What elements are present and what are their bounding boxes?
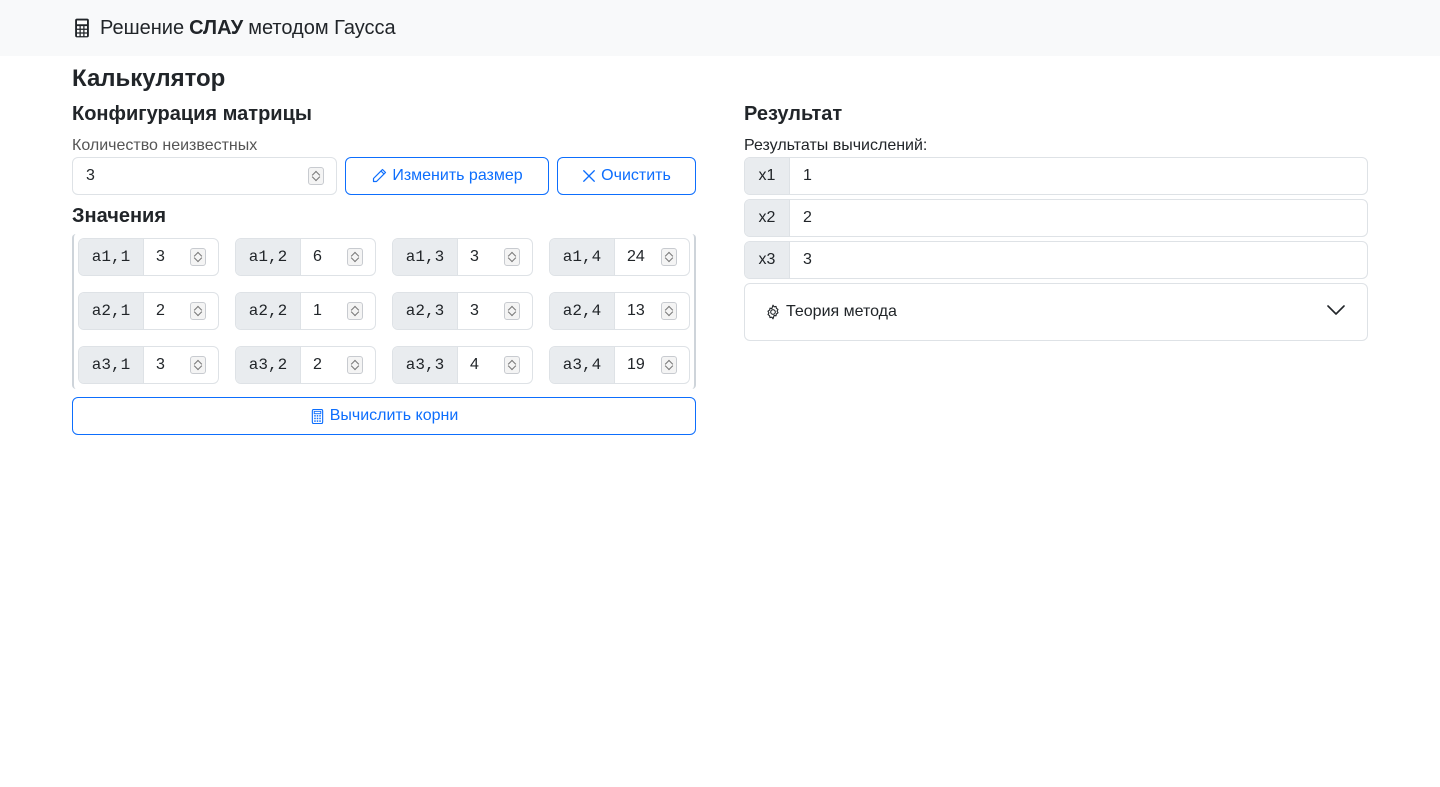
result-row: x2 2 [744,199,1368,237]
calculator-icon [311,408,323,424]
compute-button[interactable]: Вычислить корни [72,397,696,435]
result-row: x1 1 [744,157,1368,195]
matrix-cell-spinner[interactable] [504,248,520,266]
matrix-cell: a3,2 2 [235,346,376,384]
matrix-cell: a1,1 3 [78,238,219,276]
brand-title-bold: СЛАУ [189,16,244,39]
resize-button[interactable]: Изменить размер [345,157,549,195]
theory-label: Теория метода [786,303,897,320]
matrix-cell-label: a1,4 [550,239,615,275]
page-title: Калькулятор [72,65,226,92]
matrix-cell-spinner[interactable] [347,356,363,374]
matrix-cell-input[interactable]: 24 [615,239,689,275]
result-value[interactable]: 3 [790,242,1367,278]
unknowns-value: 3 [86,167,95,184]
matrix-cell-label: a2,1 [79,293,144,329]
matrix-cell-label: a1,1 [79,239,144,275]
matrix-cell: a2,3 3 [392,292,533,330]
matrix-cell: a3,1 3 [78,346,219,384]
matrix-cell-value: 2 [313,356,322,373]
matrix-cell-spinner[interactable] [190,302,206,320]
matrix-cell-value: 13 [627,302,645,319]
navbar: Решение СЛАУ методом Гаусса [0,0,1440,56]
values-heading: Значения [72,205,167,227]
unknowns-input[interactable]: 3 [72,157,337,195]
matrix-cell-input[interactable]: 4 [458,347,532,383]
matrix-cell-value: 2 [156,302,165,319]
config-heading: Конфигурация матрицы [72,103,312,125]
matrix-cell-label: a3,1 [79,347,144,383]
matrix-cell-spinner[interactable] [190,248,206,266]
matrix-cell: a2,1 2 [78,292,219,330]
result-label: x1 [745,158,790,194]
clear-button-label: Очистить [601,167,671,184]
matrix-cell-label: a2,2 [236,293,301,329]
result-value[interactable]: 2 [790,200,1367,236]
compute-button-label: Вычислить корни [329,407,459,424]
matrix-cell-value: 1 [313,302,322,319]
unknowns-label: Количество неизвестных [72,137,258,154]
resize-button-label: Изменить размер [392,167,523,184]
matrix-cell-spinner[interactable] [190,356,206,374]
matrix-cell-input[interactable]: 3 [458,293,532,329]
matrix-cell-input[interactable]: 3 [144,347,218,383]
matrix-cell-label: a3,4 [550,347,615,383]
matrix-cell: a3,3 4 [392,346,533,384]
close-icon [583,170,596,182]
gear-icon [767,304,779,320]
matrix-cell-value: 3 [470,302,479,319]
theory-accordion-toggle[interactable]: Теория метода [744,283,1368,341]
matrix-cell-spinner[interactable] [661,356,677,374]
matrix-cell-label: a2,4 [550,293,615,329]
unknowns-spinner[interactable] [308,167,324,185]
matrix-cell-input[interactable]: 13 [615,293,689,329]
matrix-cell-label: a1,3 [393,239,458,275]
pencil-icon [373,168,387,183]
calculator-icon [75,18,89,38]
matrix-cell: a2,4 13 [549,292,690,330]
matrix-cell: a2,2 1 [235,292,376,330]
matrix-cell-input[interactable]: 3 [144,239,218,275]
matrix-cell-spinner[interactable] [504,356,520,374]
matrix-cell-value: 19 [627,356,645,373]
matrix-cell-spinner[interactable] [347,302,363,320]
matrix-cell-value: 6 [313,248,322,265]
coefficient-matrix: a1,1 3 a1,2 6 a1,3 3 a1,4 24 a2,1 2 a2,2… [72,234,696,389]
matrix-cell-spinner[interactable] [661,302,677,320]
matrix-cell: a1,2 6 [235,238,376,276]
matrix-cell-value: 4 [470,356,479,373]
matrix-cell-label: a3,3 [393,347,458,383]
result-row: x3 3 [744,241,1368,279]
result-label: x3 [745,242,790,278]
matrix-cell: a1,3 3 [392,238,533,276]
matrix-cell-input[interactable]: 19 [615,347,689,383]
result-subheading: Результаты вычислений: [744,137,928,154]
matrix-cell-input[interactable]: 1 [301,293,375,329]
clear-button[interactable]: Очистить [557,157,696,195]
matrix-cell: a1,4 24 [549,238,690,276]
matrix-cell-input[interactable]: 2 [301,347,375,383]
matrix-cell-value: 24 [627,248,645,265]
brand-title-suffix: методом Гаусса [248,16,396,39]
matrix-cell-spinner[interactable] [504,302,520,320]
matrix-cell-label: a3,2 [236,347,301,383]
matrix-cell-value: 3 [156,248,165,265]
matrix-cell-input[interactable]: 3 [458,239,532,275]
matrix-cell-input[interactable]: 2 [144,293,218,329]
matrix-cell-spinner[interactable] [661,248,677,266]
matrix-cell-spinner[interactable] [347,248,363,266]
matrix-cell-label: a1,2 [236,239,301,275]
brand[interactable]: Решение СЛАУ методом Гаусса [72,17,396,40]
result-value[interactable]: 1 [790,158,1367,194]
matrix-cell-label: a2,3 [393,293,458,329]
matrix-cell-value: 3 [470,248,479,265]
matrix-cell: a3,4 19 [549,346,690,384]
matrix-cell-input[interactable]: 6 [301,239,375,275]
brand-title-prefix: Решение [100,16,185,39]
chevron-down-icon [1327,305,1345,315]
result-heading: Результат [744,103,843,125]
matrix-cell-value: 3 [156,356,165,373]
result-label: x2 [745,200,790,236]
